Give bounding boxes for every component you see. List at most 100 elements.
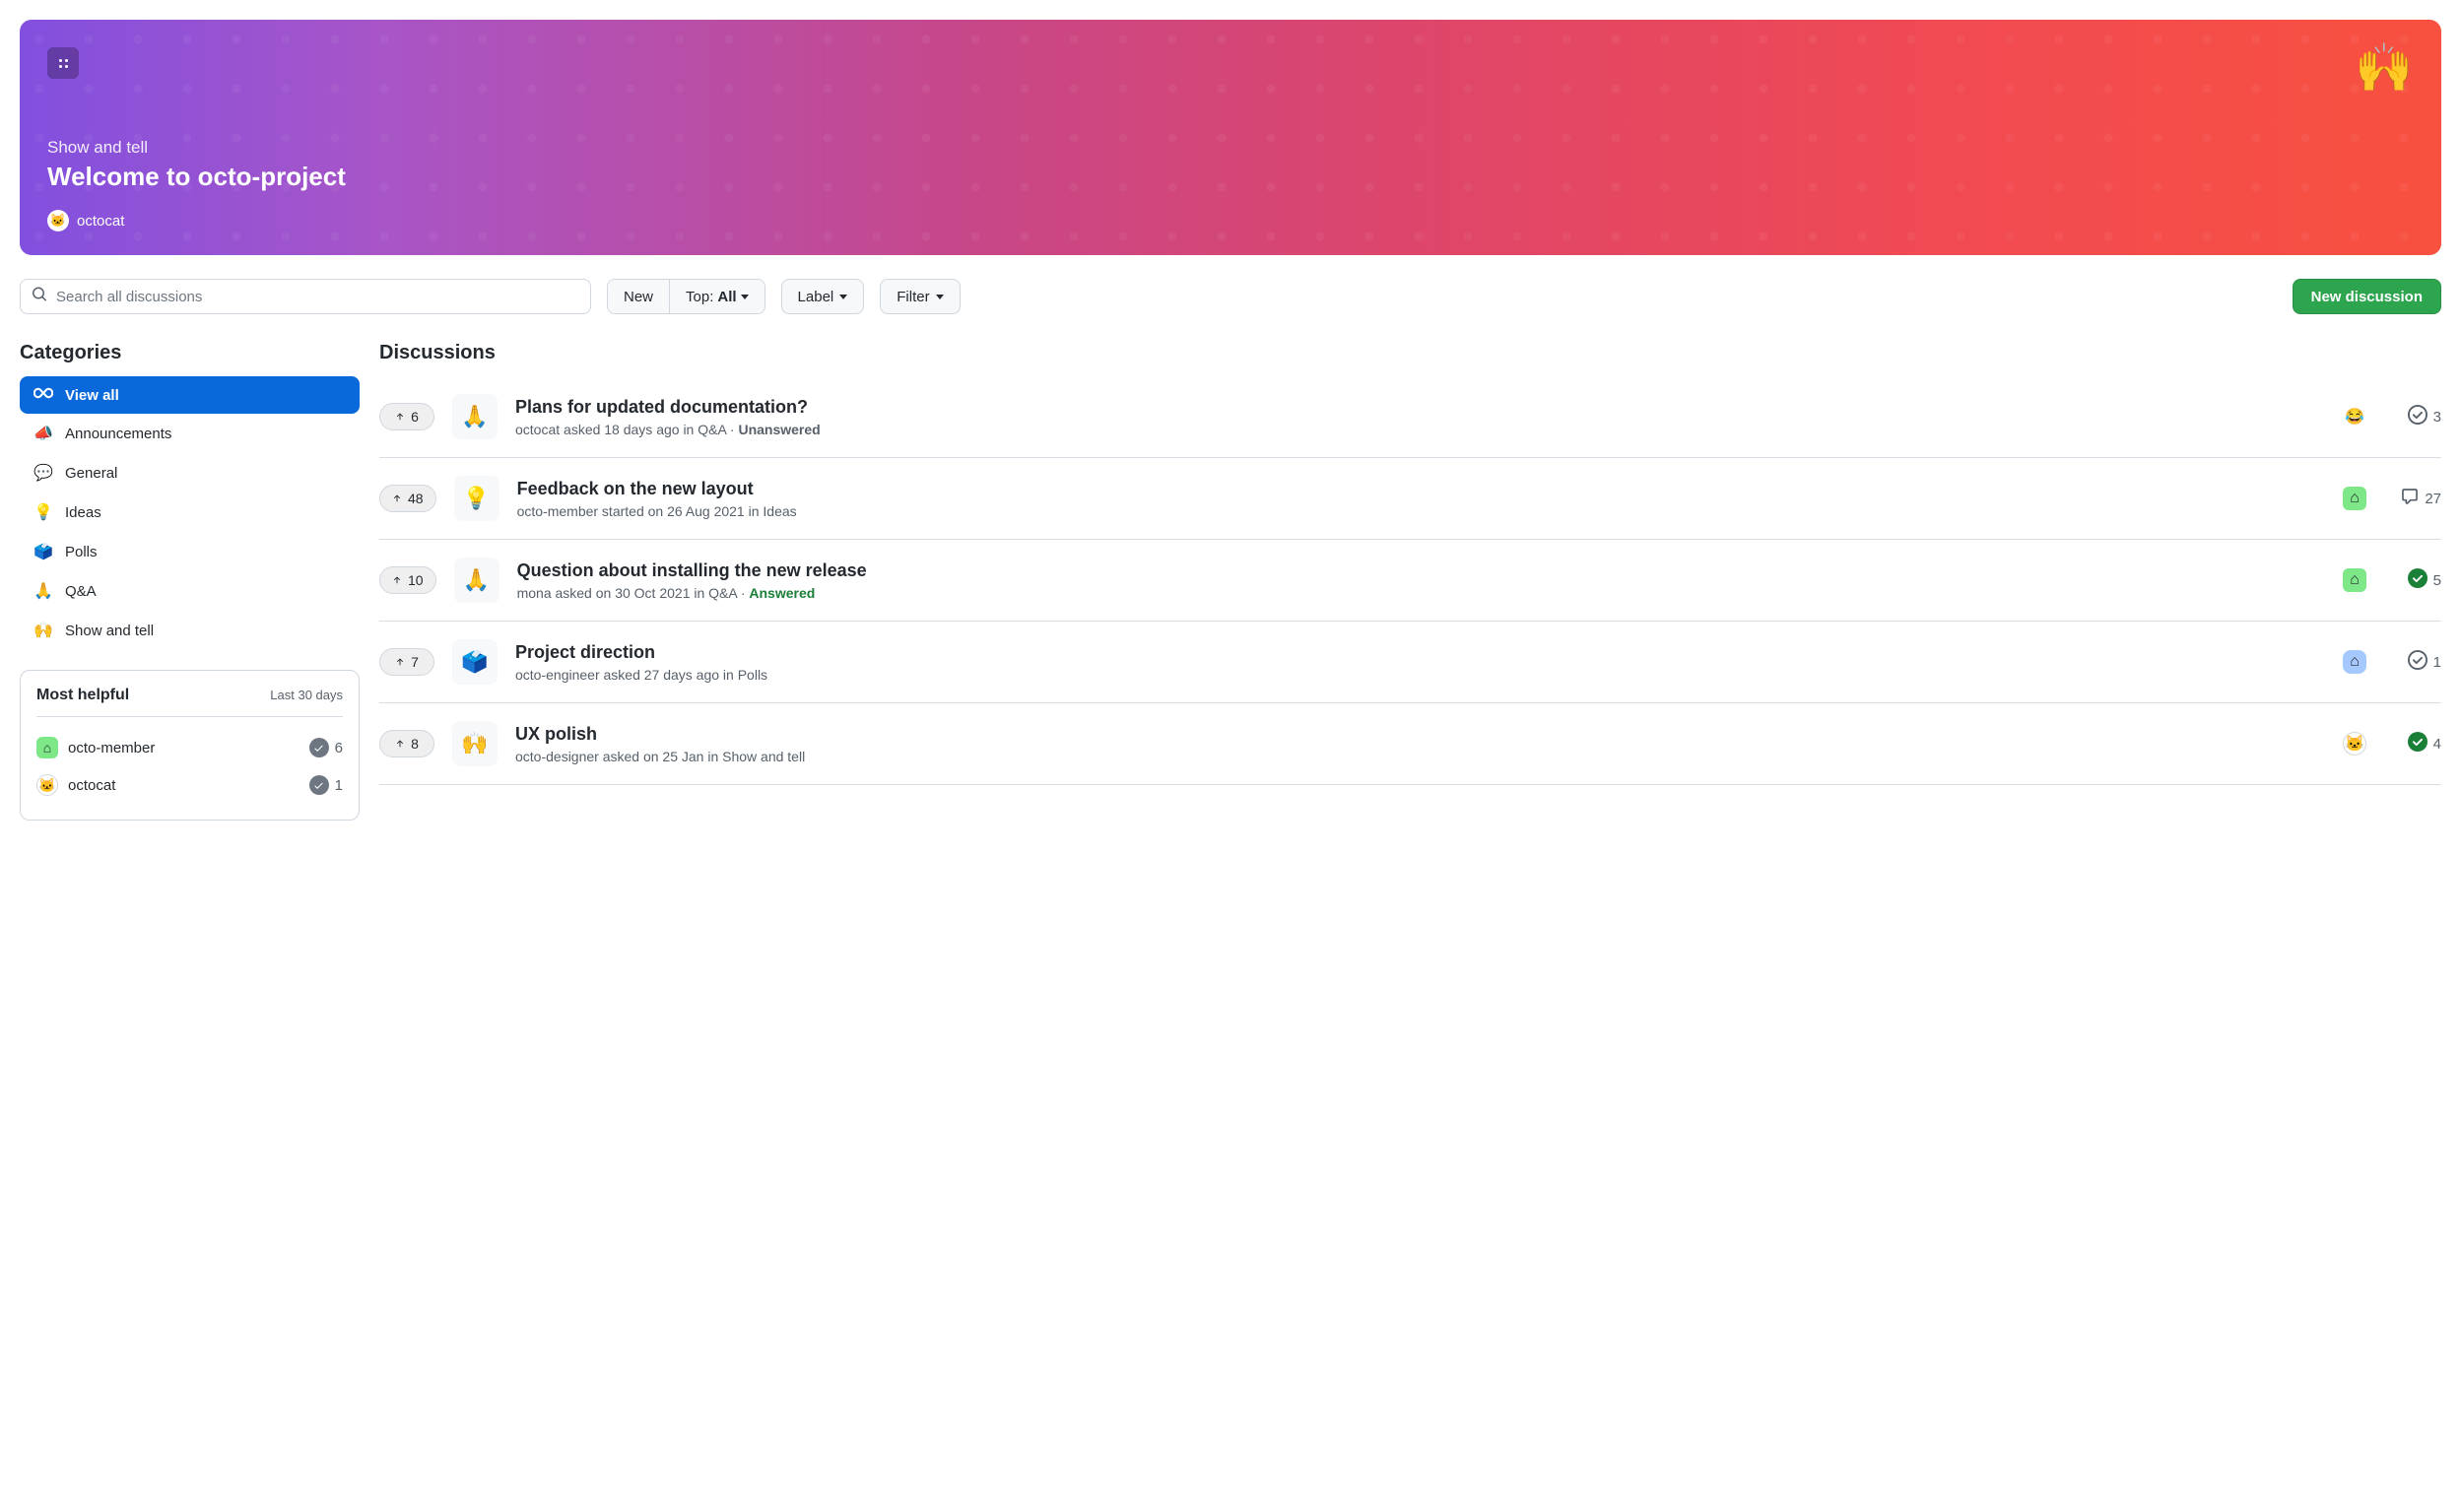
discussion-title[interactable]: Plans for updated documentation? <box>515 397 2325 418</box>
sidebar-item-polls[interactable]: 🗳️Polls <box>20 532 360 571</box>
discussion-category-icon: 🙏 <box>452 394 498 439</box>
search-input[interactable] <box>20 279 591 314</box>
comment-count[interactable]: 5 <box>2398 568 2441 592</box>
filter-button[interactable]: Filter <box>880 279 960 314</box>
discussion-row: 48 💡 Feedback on the new layout octo-member… <box>379 458 2441 540</box>
check-badge-icon <box>309 738 329 757</box>
discussion-body: Project direction octo-engineer asked 27 … <box>515 642 2325 683</box>
discussion-meta: octocat asked 18 days ago in Q&A · Unans… <box>515 422 2325 437</box>
arrow-up-icon <box>395 412 405 422</box>
discussion-title[interactable]: Feedback on the new layout <box>517 479 2325 499</box>
check-icon <box>2408 732 2428 756</box>
category-label: Announcements <box>65 426 171 442</box>
discussion-category-icon: 🗳️ <box>452 639 498 685</box>
discussion-meta: octo-member started on 26 Aug 2021 in Id… <box>517 503 2325 519</box>
sidebar-item-show-and-tell[interactable]: 🙌 Show and tell <box>20 611 360 650</box>
user-avatar: ⌂ <box>36 737 58 758</box>
discussion-row: 6 🙏 Plans for updated documentation? octoca… <box>379 376 2441 458</box>
most-helpful-title: Most helpful <box>36 687 129 704</box>
caret-down-icon <box>741 295 749 299</box>
upvote-button[interactable]: 8 <box>379 730 434 757</box>
sidebar-item-general[interactable]: 💬General <box>20 453 360 493</box>
participant-avatar[interactable]: 😂 <box>2343 405 2366 428</box>
comment-count[interactable]: 27 <box>2398 488 2441 509</box>
category-icon: 📣 <box>33 424 53 443</box>
user-avatar: 🐱 <box>36 774 58 796</box>
sidebar-item-announcements[interactable]: 📣 Announcements <box>20 414 360 453</box>
arrow-up-icon <box>395 657 405 667</box>
hero-author-name: octocat <box>77 213 124 230</box>
participant-avatar[interactable]: 🐱 <box>2343 732 2366 756</box>
check-icon <box>2408 650 2428 674</box>
discussion-category-icon: 💡 <box>454 476 499 521</box>
caret-down-icon <box>936 295 944 299</box>
category-icon: 🙌 <box>33 621 53 640</box>
participant-avatar[interactable]: ⌂ <box>2343 650 2366 674</box>
discussion-row: 8 🙌 UX polishocto-designer asked on 25 Jan… <box>379 703 2441 785</box>
comment-count[interactable]: 3 <box>2398 405 2441 428</box>
participant-avatar[interactable]: ⌂ <box>2343 568 2366 592</box>
discussion-right: 🐱4 <box>2343 732 2441 756</box>
helpful-count: 1 <box>309 775 343 795</box>
categories-heading: Categories <box>20 342 360 364</box>
hero-category: Show and tell <box>47 138 2414 158</box>
comment-count[interactable]: 1 <box>2398 650 2441 674</box>
sidebar-item-view-all[interactable]: View all <box>20 376 360 414</box>
most-helpful-card: Most helpful Last 30 days ⌂ octo-member 6 🐱… <box>20 670 360 821</box>
discussion-body: Feedback on the new layout octo-member st… <box>517 479 2325 519</box>
upvote-button[interactable]: 7 <box>379 648 434 676</box>
discussion-meta: octo-engineer asked 27 days ago in Polls <box>515 667 2325 683</box>
discussion-title[interactable]: Project direction <box>515 642 2325 663</box>
discussion-title[interactable]: UX polish <box>515 724 2325 745</box>
top-sort-button[interactable]: Top: All <box>670 280 765 313</box>
upvote-button[interactable]: 10 <box>379 566 436 594</box>
category-icon <box>33 386 53 404</box>
sidebar-item-q-a[interactable]: 🙏Q&A <box>20 571 360 611</box>
check-badge-icon <box>309 775 329 795</box>
category-label: Q&A <box>65 583 97 600</box>
discussion-row: 7 🗳️ Project direction octo-engineer asked … <box>379 622 2441 703</box>
category-label: Show and tell <box>65 623 154 639</box>
discussion-category-icon: 🙌 <box>452 721 498 766</box>
upvote-button[interactable]: 48 <box>379 485 436 512</box>
new-sort-button[interactable]: New <box>608 280 670 313</box>
helpful-users-list: ⌂ octo-member 6 🐱 octocat 1 <box>36 729 343 804</box>
discussion-title[interactable]: Question about installing the new releas… <box>517 560 2325 581</box>
discussion-right: ⌂5 <box>2343 568 2441 592</box>
upvote-button[interactable]: 6 <box>379 403 434 430</box>
discussion-body: UX polishocto-designer asked on 25 Jan i… <box>515 724 2325 764</box>
check-icon <box>2401 488 2419 509</box>
user-name: octo-member <box>68 740 155 756</box>
helpful-user-row[interactable]: ⌂ octo-member 6 <box>36 729 343 766</box>
search-wrap <box>20 279 591 314</box>
helpful-count: 6 <box>309 738 343 757</box>
participant-avatar[interactable]: ⌂ <box>2343 487 2366 510</box>
discussion-category-icon: 🙏 <box>454 558 499 603</box>
discussion-meta: mona asked on 30 Oct 2021 in Q&A · Answe… <box>517 585 2325 601</box>
helpful-user-row[interactable]: 🐱 octocat 1 <box>36 766 343 804</box>
check-icon <box>2408 405 2428 428</box>
category-label: General <box>65 465 117 482</box>
caret-down-icon <box>839 295 847 299</box>
categories-list: View all 📣 Announcements 💬General💡Ideas🗳️Po… <box>20 376 360 650</box>
new-discussion-button[interactable]: New discussion <box>2293 279 2441 314</box>
discussions-toolbar: New Top: All Label Filter New discussion <box>20 279 2441 314</box>
user-name: octocat <box>68 777 115 794</box>
content-grid: Categories View all 📣 Announcements 💬Genera… <box>20 342 2441 821</box>
discussion-body: Plans for updated documentation? octocat … <box>515 397 2325 437</box>
hero-author[interactable]: 🐱 octocat <box>47 210 2414 231</box>
arrow-up-icon <box>395 739 405 749</box>
search-icon <box>32 287 47 307</box>
hero-title[interactable]: Welcome to octo-project <box>47 162 2414 192</box>
label-filter-button[interactable]: Label <box>781 279 865 314</box>
discussions-main: Discussions 6🙏Plans for updated document… <box>379 342 2441 821</box>
discussions-list: 6 🙏 Plans for updated documentation? octoca… <box>379 376 2441 785</box>
sidebar-item-ideas[interactable]: 💡Ideas <box>20 493 360 532</box>
arrow-up-icon <box>392 575 402 585</box>
pinned-grip-button[interactable] <box>47 47 79 79</box>
sort-group: New Top: All <box>607 279 765 314</box>
most-helpful-period: Last 30 days <box>270 688 343 702</box>
sidebar: Categories View all 📣 Announcements 💬Genera… <box>20 342 360 821</box>
comment-count[interactable]: 4 <box>2398 732 2441 756</box>
category-label: View all <box>65 387 119 404</box>
